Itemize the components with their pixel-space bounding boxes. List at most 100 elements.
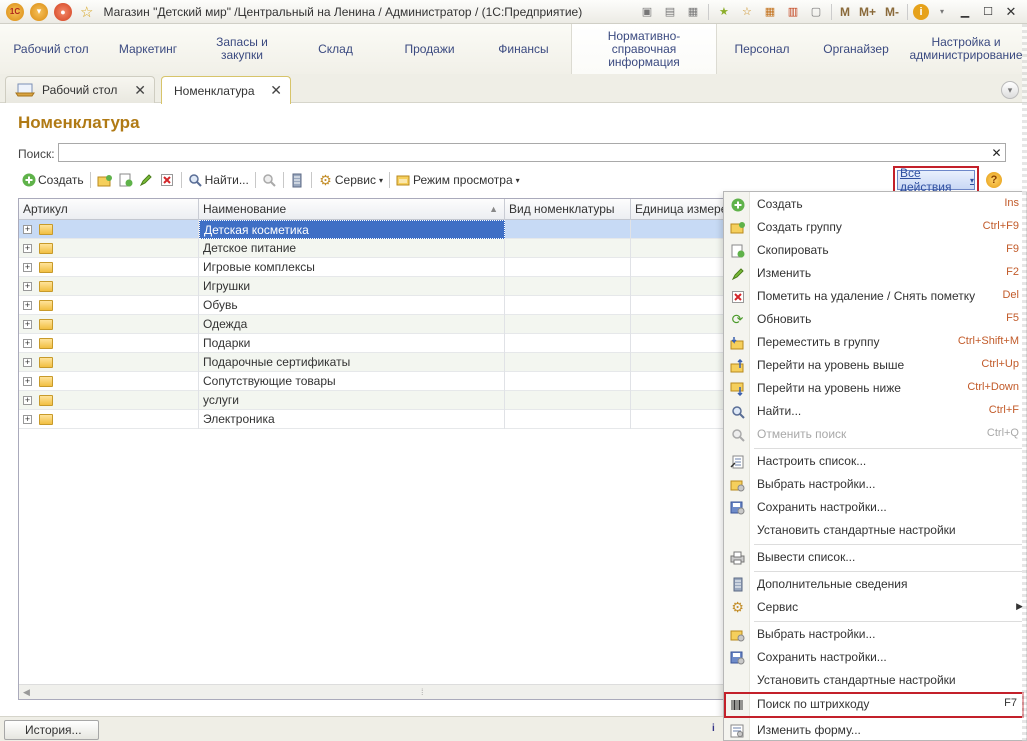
copy-icon (730, 243, 745, 258)
preview-icon[interactable]: ▦ (683, 2, 703, 21)
info-icon[interactable]: i (712, 723, 722, 736)
service-menu-button[interactable]: ⚙ Сервис ▾ (315, 170, 386, 190)
create-group-button[interactable] (94, 170, 115, 190)
create-button[interactable]: Создать (18, 170, 87, 190)
section-marketing[interactable]: Маркетинг (100, 24, 196, 74)
menu-item-delete-mark[interactable]: Пометить на удаление / Снять пометку Del (724, 285, 1026, 308)
expand-icon[interactable]: + (23, 339, 32, 348)
history-button[interactable]: История... (4, 720, 99, 740)
extra-info-button[interactable] (287, 170, 308, 190)
menu-item-level-up[interactable]: Перейти на уровень выше Ctrl+Up (724, 354, 1026, 377)
close-icon[interactable]: ✕ (134, 82, 146, 99)
menu-item-reset-settings[interactable]: Установить стандартные настройки (724, 519, 1026, 542)
favorites-icon[interactable]: ☆ (737, 2, 757, 21)
menu-item-print-list[interactable]: Вывести список... (724, 546, 1026, 569)
print-icon[interactable]: ▤ (660, 2, 680, 21)
cell-kind (505, 277, 631, 296)
memory-minus-button[interactable]: M- (882, 2, 902, 21)
menu-item-load-settings[interactable]: Выбрать настройки... (724, 473, 1026, 496)
menu-item-copy[interactable]: Скопировать F9 (724, 239, 1026, 262)
section-finance[interactable]: Финансы (476, 24, 571, 74)
column-header-article[interactable]: Артикул (19, 199, 199, 220)
menu-item-edit[interactable]: Изменить F2 (724, 262, 1026, 285)
cancel-search-icon (730, 427, 745, 442)
menu-item-create[interactable]: Создать Ins (724, 193, 1026, 216)
section-inventory[interactable]: Запасы и закупки (196, 24, 288, 74)
menu-item-level-down[interactable]: Перейти на уровень ниже Ctrl+Down (724, 377, 1026, 400)
close-icon[interactable]: ✕ (270, 82, 282, 99)
menu-item-save-settings-2[interactable]: Сохранить настройки... (724, 646, 1026, 669)
expand-icon[interactable]: + (23, 244, 32, 253)
menu-item-reset-settings-2[interactable]: Установить стандартные настройки (724, 669, 1026, 692)
section-warehouse[interactable]: Склад (288, 24, 383, 74)
view-mode-button[interactable]: Режим просмотра ▾ (393, 170, 523, 190)
search-input[interactable]: ✕ (58, 143, 1006, 162)
menu-item-barcode-search[interactable]: Поиск по штрихкоду F7 (724, 692, 1024, 718)
expand-icon[interactable]: + (23, 396, 32, 405)
menu-item-label: Выбрать настройки... (757, 627, 876, 641)
menu-item-create-group[interactable]: Создать группу Ctrl+F9 (724, 216, 1026, 239)
clear-icon[interactable]: ✕ (989, 145, 1004, 160)
menu-item-move-to-group[interactable]: Переместить в группу Ctrl+Shift+M (724, 331, 1026, 354)
find-button[interactable]: Найти... (185, 170, 252, 190)
calendar-icon[interactable]: ▥ (783, 2, 803, 21)
cell-kind (505, 220, 631, 239)
edit-button[interactable] (136, 170, 157, 190)
menu-item-find[interactable]: Найти... Ctrl+F (724, 400, 1026, 423)
expand-icon[interactable]: + (23, 301, 32, 310)
menu-item-edit-form[interactable]: Изменить форму... (724, 719, 1026, 740)
section-reference[interactable]: Нормативно-справочная информация (571, 24, 717, 74)
load-settings-icon (730, 627, 745, 642)
expand-icon[interactable]: + (23, 263, 32, 272)
info-icon[interactable]: i (913, 3, 929, 20)
chevron-down-icon[interactable]: ▾ (1001, 81, 1019, 99)
expand-icon[interactable]: + (23, 358, 32, 367)
tab-nomenclature[interactable]: Номенклатура ✕ (161, 76, 291, 104)
expand-icon[interactable]: + (23, 320, 32, 329)
menu-item-cancel-search[interactable]: Отменить поиск Ctrl+Q (724, 423, 1026, 446)
save-settings-icon (730, 500, 745, 515)
scroll-left-icon[interactable]: ◀ (23, 687, 30, 698)
expand-icon[interactable]: + (23, 225, 32, 234)
expand-icon[interactable]: + (23, 415, 32, 424)
menu-item-service[interactable]: ⚙ Сервис ▶ (724, 596, 1026, 619)
close-button[interactable]: ✕ (1001, 2, 1021, 21)
copy-button[interactable] (115, 170, 136, 190)
cell-article: + (19, 296, 199, 315)
column-header-kind[interactable]: Вид номенклатуры (505, 199, 631, 220)
expand-icon[interactable]: + (23, 282, 32, 291)
create-icon (21, 173, 36, 188)
memory-button[interactable]: M (837, 2, 853, 21)
column-header-name[interactable]: Наименование ▲ (199, 199, 505, 220)
info-menu-chevron-icon[interactable]: ▾ (932, 2, 952, 21)
menu-item-configure-list[interactable]: Настроить список... (724, 450, 1026, 473)
main-menu-icon[interactable]: ▾ (30, 2, 48, 21)
menu-item-save-settings[interactable]: Сохранить настройки... (724, 496, 1026, 519)
save-icon[interactable]: ▣ (637, 2, 657, 21)
stop-icon[interactable]: ● (54, 2, 72, 21)
tab-desktop[interactable]: Рабочий стол ✕ (5, 76, 155, 103)
scroll-grip-icon[interactable]: ⁞ (421, 687, 424, 697)
minimize-button[interactable]: ▁ (955, 2, 975, 21)
menu-item-extra-info[interactable]: Дополнительные сведения (724, 573, 1026, 596)
help-button[interactable]: ? (986, 172, 1002, 188)
cancel-search-button[interactable] (259, 170, 280, 190)
section-desktop[interactable]: Рабочий стол (2, 24, 100, 74)
section-organizer[interactable]: Органайзер (807, 24, 905, 74)
menu-item-load-settings-2[interactable]: Выбрать настройки... (724, 623, 1026, 646)
favorites-add-icon[interactable]: ★ (714, 2, 734, 21)
menu-item-refresh[interactable]: ⟳ Обновить F5 (724, 308, 1026, 331)
section-admin[interactable]: Настройка и администрирование (905, 24, 1027, 74)
all-actions-button[interactable]: Все действия ▾ (897, 166, 975, 194)
section-sales[interactable]: Продажи (383, 24, 476, 74)
clipboard-icon[interactable]: ▢ (806, 2, 826, 21)
delete-mark-button[interactable] (157, 170, 178, 190)
favorites-star-icon[interactable]: ☆ (80, 3, 93, 21)
memory-plus-button[interactable]: M+ (856, 2, 879, 21)
expand-icon[interactable]: + (23, 377, 32, 386)
maximize-button[interactable]: ☐ (978, 2, 998, 21)
section-personnel[interactable]: Персонал (717, 24, 807, 74)
extra-info-icon (290, 173, 305, 188)
calculator-icon[interactable]: ▦ (760, 2, 780, 21)
app-logo-icon[interactable]: 1С (6, 2, 24, 21)
